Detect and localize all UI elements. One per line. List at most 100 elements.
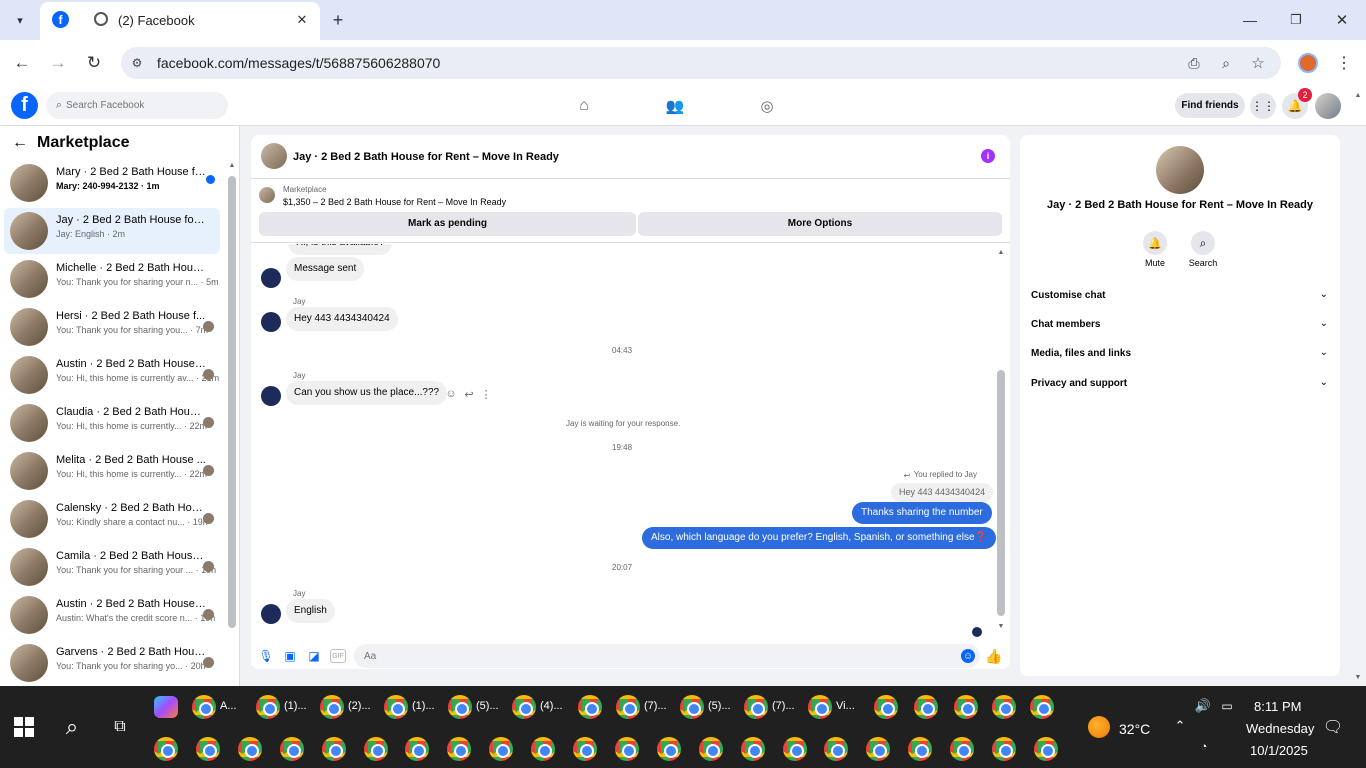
message-sent-bubble[interactable]: Message sent xyxy=(286,257,365,281)
thread-item[interactable]: Jay · 2 Bed 2 Bath House for Re... Jay: … xyxy=(4,208,220,254)
tab-list-chevron-icon[interactable]: ▾ xyxy=(8,8,32,32)
account-avatar[interactable] xyxy=(1315,93,1341,119)
friends-icon[interactable]: 👥 xyxy=(663,94,687,118)
fb-search-input[interactable] xyxy=(66,97,216,114)
taskbar-window-label[interactable]: (4)... xyxy=(540,700,563,712)
chrome-taskbar-icon[interactable] xyxy=(512,695,536,719)
chrome-taskbar-icon[interactable] xyxy=(614,737,639,761)
chrome-taskbar-icon[interactable] xyxy=(744,695,768,719)
restore-icon[interactable]: ❐ xyxy=(1284,8,1308,32)
thread-item[interactable]: Claudia · 2 Bed 2 Bath House... You: Hi,… xyxy=(4,400,220,446)
clock-day[interactable]: Wednesday xyxy=(1246,721,1314,736)
taskbar-window-label[interactable]: (5)... xyxy=(476,700,499,712)
chrome-taskbar-icon[interactable] xyxy=(914,695,938,719)
chrome-taskbar-icon[interactable] xyxy=(405,737,430,761)
chat-scrollbar[interactable] xyxy=(997,370,1005,616)
thread-item[interactable]: Hersi · 2 Bed 2 Bath House f... You: Tha… xyxy=(4,304,220,350)
thread-item[interactable]: Mary · 2 Bed 2 Bath House fo... Mary: 24… xyxy=(4,160,220,206)
reply-icon[interactable]: ↩ xyxy=(462,387,476,401)
thread-item[interactable]: Melita · 2 Bed 2 Bath House ... You: Hi,… xyxy=(4,448,220,494)
windows-start-icon[interactable] xyxy=(13,716,35,738)
bookmark-star-icon[interactable]: ☆ xyxy=(1247,52,1269,74)
info-section-customise[interactable]: Customise chat ⌄ xyxy=(1020,285,1340,307)
taskbar-window-label[interactable]: (2)... xyxy=(348,700,371,712)
sticker-icon[interactable]: ◪ xyxy=(306,648,322,664)
message-bubble[interactable]: English xyxy=(286,599,335,623)
outgoing-message[interactable]: Also, which language do you prefer? Engl… xyxy=(642,527,996,549)
chrome-taskbar-icon[interactable] xyxy=(1033,737,1058,761)
volume-icon[interactable]: 🔊 xyxy=(1194,698,1212,714)
chrome-taskbar-icon[interactable] xyxy=(279,737,304,761)
chrome-taskbar-icon[interactable] xyxy=(489,737,514,761)
reload-icon[interactable]: ↻ xyxy=(82,51,106,75)
chrome-taskbar-icon[interactable] xyxy=(363,737,388,761)
quoted-message[interactable]: Hey 443 4434340424 xyxy=(891,483,994,502)
taskbar-window-label[interactable]: (1)... xyxy=(412,700,435,712)
chrome-taskbar-icon[interactable] xyxy=(195,737,220,761)
groups-icon[interactable]: ◎ xyxy=(755,94,779,118)
thread-item[interactable]: Camila · 2 Bed 2 Bath House fo... You: T… xyxy=(4,544,220,590)
fb-search-box[interactable]: ⌕ xyxy=(46,92,228,119)
chrome-taskbar-icon[interactable] xyxy=(192,695,216,719)
clock-time[interactable]: 8:11 PM xyxy=(1254,699,1301,714)
info-section-media[interactable]: Media, files and links ⌄ xyxy=(1020,343,1340,365)
photo-icon[interactable]: ▣ xyxy=(282,648,298,664)
sidebar-scrollbar[interactable] xyxy=(228,176,236,628)
page-scroll-up-icon[interactable]: ▲ xyxy=(1353,90,1363,100)
info-avatar[interactable] xyxy=(1156,146,1204,194)
url-field[interactable]: ⚙ facebook.com/messages/t/56887560628807… xyxy=(121,47,1281,79)
info-section-privacy[interactable]: Privacy and support ⌄ xyxy=(1020,373,1340,395)
chrome-taskbar-icon[interactable] xyxy=(950,737,975,761)
page-scroll-down-icon[interactable]: ▼ xyxy=(1353,672,1363,682)
taskbar-search-icon[interactable]: ⌕ xyxy=(58,713,86,741)
message-composer[interactable]: ☺ xyxy=(354,644,980,668)
mark-as-pending-button[interactable]: Mark as pending xyxy=(259,212,636,236)
weather-temp[interactable]: 32°C xyxy=(1119,721,1150,737)
home-icon[interactable]: ⌂ xyxy=(572,94,596,118)
listing-thumbnail[interactable] xyxy=(259,187,275,203)
site-settings-icon[interactable]: ⚙ xyxy=(127,53,147,73)
taskbar-window-label[interactable]: (1)... xyxy=(284,700,307,712)
like-thumb-icon[interactable]: 👍 xyxy=(985,647,1002,665)
thread-item[interactable]: Michelle · 2 Bed 2 Bath House f... You: … xyxy=(4,256,220,302)
hidden-icons-chevron-icon[interactable]: ⌃ xyxy=(1172,718,1188,734)
menu-grid-icon[interactable]: ⋮⋮ xyxy=(1250,93,1276,119)
conversation-info-icon[interactable]: i xyxy=(981,149,995,163)
chrome-taskbar-icon[interactable] xyxy=(531,737,556,761)
listing-price-title[interactable]: $1,350 – 2 Bed 2 Bath House for Rent – M… xyxy=(283,197,506,207)
more-actions-icon[interactable]: ⋮ xyxy=(481,387,492,401)
info-section-members[interactable]: Chat members ⌄ xyxy=(1020,314,1340,336)
chrome-taskbar-icon[interactable] xyxy=(824,737,849,761)
thread-item[interactable]: Austin · 2 Bed 2 Bath House for... Austi… xyxy=(4,592,220,638)
chrome-taskbar-icon[interactable] xyxy=(256,695,280,719)
thread-item[interactable]: Austin · 2 Bed 2 Bath House for... You: … xyxy=(4,352,220,398)
chrome-taskbar-icon[interactable] xyxy=(154,737,178,761)
back-arrow-icon[interactable]: ← xyxy=(10,133,30,153)
chat-header-avatar[interactable] xyxy=(261,143,287,169)
chat-scroll-up-icon[interactable]: ▲ xyxy=(996,247,1006,257)
chrome-taskbar-icon[interactable] xyxy=(908,737,933,761)
gif-icon[interactable]: GIF xyxy=(330,649,346,663)
microphone-icon[interactable]: 🎙 xyxy=(258,648,273,664)
find-friends-button[interactable]: Find friends xyxy=(1175,93,1245,118)
chrome-taskbar-icon[interactable] xyxy=(448,695,472,719)
wifi-icon[interactable]: ◔ xyxy=(1196,740,1212,754)
thread-item[interactable]: Garvens · 2 Bed 2 Bath Hous... You: Than… xyxy=(4,640,220,686)
taskbar-window-label[interactable]: A... xyxy=(220,700,237,712)
notification-center-icon[interactable]: 🗨 xyxy=(1322,716,1344,738)
taskbar-window-label[interactable]: (7)... xyxy=(644,700,667,712)
chrome-taskbar-icon[interactable] xyxy=(447,737,472,761)
taskbar-window-label[interactable]: Vi... xyxy=(836,700,855,712)
message-bubble[interactable]: Hey 443 4434340424 xyxy=(286,307,398,331)
profile-avatar-icon[interactable] xyxy=(1298,53,1318,73)
close-window-icon[interactable]: ✕ xyxy=(1330,8,1354,32)
chrome-taskbar-icon[interactable] xyxy=(992,695,1016,719)
chrome-taskbar-icon[interactable] xyxy=(573,737,597,761)
browser-menu-icon[interactable]: ⋮ xyxy=(1336,51,1352,75)
chrome-taskbar-icon[interactable] xyxy=(782,737,807,761)
chrome-taskbar-icon[interactable] xyxy=(680,695,704,719)
chrome-taskbar-icon[interactable] xyxy=(866,737,891,761)
chrome-taskbar-icon[interactable] xyxy=(1030,695,1054,719)
chrome-taskbar-icon[interactable] xyxy=(578,695,602,719)
facebook-logo-icon[interactable]: f xyxy=(11,92,38,119)
